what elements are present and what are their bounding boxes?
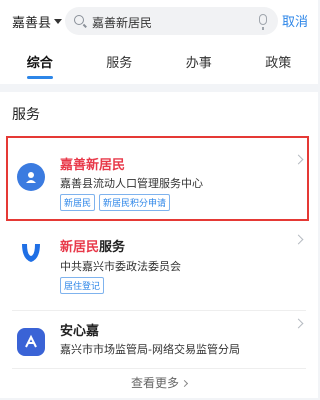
region-selector[interactable]: 嘉善县 (12, 10, 63, 32)
anxinjia-logo-icon (17, 328, 45, 356)
top-bar: 嘉善县 嘉善新居民 取消 综合 服务 办事 政策 (0, 0, 318, 84)
tab-policy[interactable]: 政策 (239, 46, 319, 84)
search-icon (74, 15, 84, 25)
divider (12, 310, 306, 311)
search-input[interactable]: 嘉善新居民 (65, 7, 278, 35)
view-more-link[interactable]: 查看更多 (0, 374, 318, 391)
chevron-right-icon (293, 234, 304, 245)
caret-down-icon (54, 18, 63, 24)
service-item-new-resident-service[interactable]: 新居民服务 中共嘉兴市委政法委员会 居住登记 (0, 228, 318, 308)
search-query: 嘉善新居民 (92, 16, 153, 30)
service-name: 新居民服务 (60, 240, 126, 255)
shield-logo-icon (17, 238, 45, 266)
section-title: 服务 (12, 107, 40, 123)
region-label: 嘉善县 (12, 15, 52, 31)
tag-chip[interactable]: 居住登记 (60, 277, 105, 294)
tab-all[interactable]: 综合 (0, 46, 80, 84)
tab-affairs[interactable]: 办事 (159, 46, 239, 84)
service-item-anxinjia[interactable]: 安心嘉 嘉兴市市场监管局-网络交易监管分局 (0, 312, 318, 370)
service-name: 安心嘉 (60, 324, 100, 339)
chevron-right-icon (180, 379, 189, 388)
tag-list: 居住登记 (60, 277, 105, 294)
tab-services[interactable]: 服务 (80, 46, 160, 84)
cancel-button[interactable]: 取消 (282, 11, 308, 30)
service-org: 嘉兴市市场监管局-网络交易监管分局 (60, 343, 240, 356)
divider (12, 368, 306, 369)
selection-highlight (6, 136, 309, 221)
tab-bar: 综合 服务 办事 政策 (0, 46, 318, 84)
microphone-icon[interactable] (259, 14, 267, 30)
chevron-right-icon (293, 318, 304, 329)
service-org: 中共嘉兴市委政法委员会 (60, 260, 181, 273)
